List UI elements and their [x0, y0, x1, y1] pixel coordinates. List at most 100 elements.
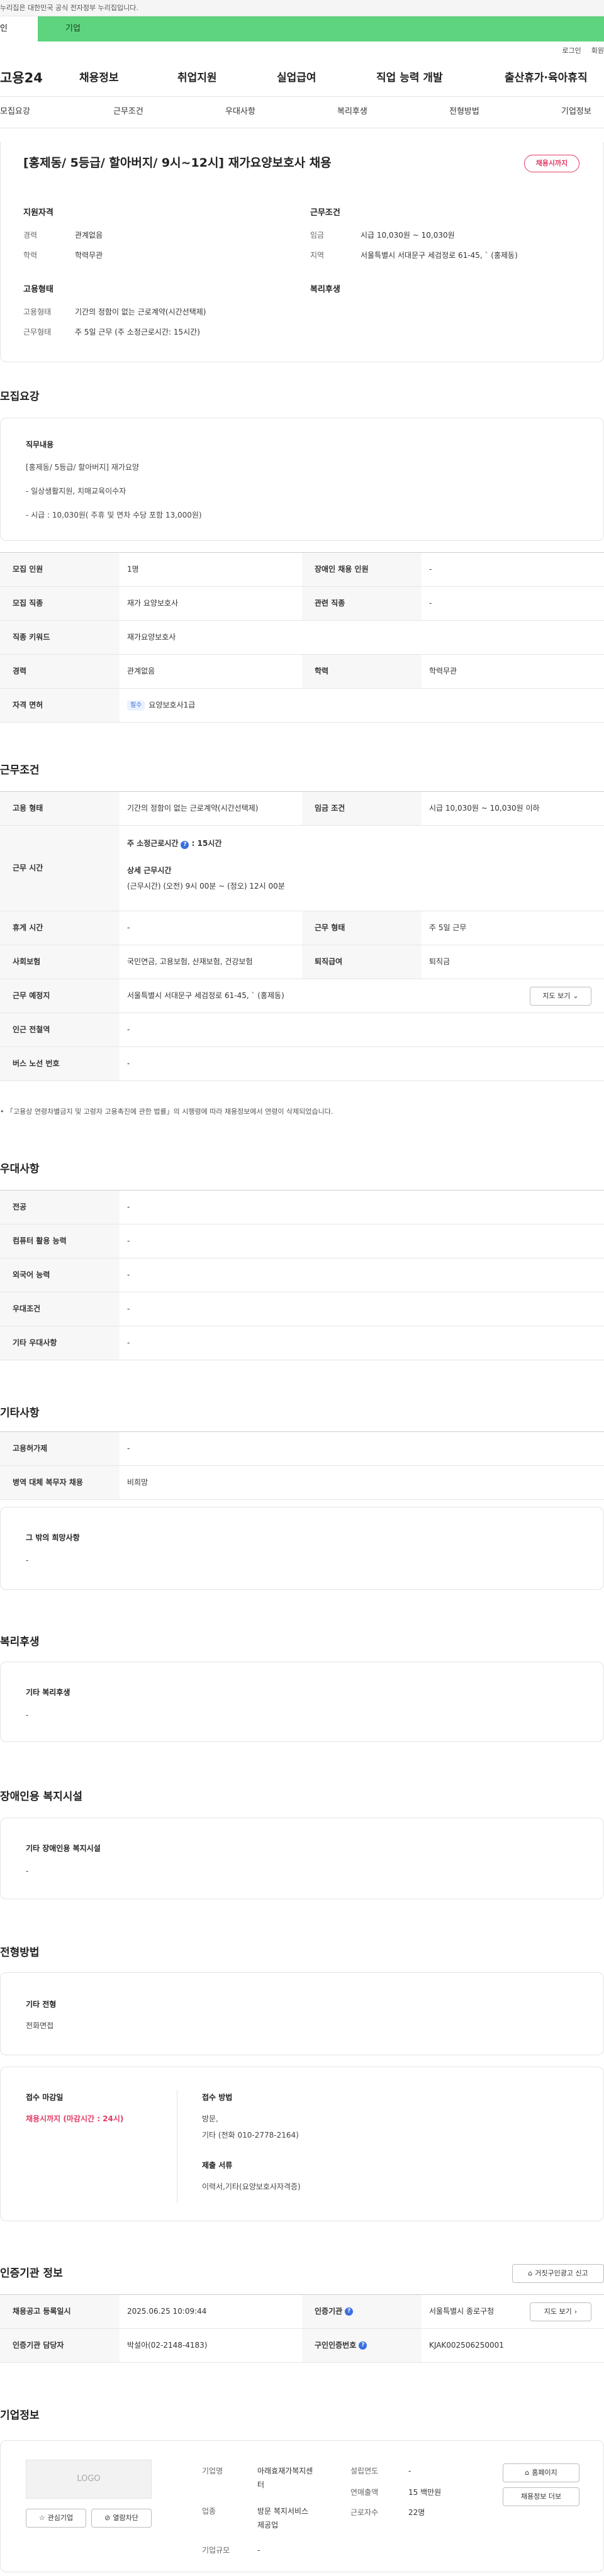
major-value: -	[127, 1202, 130, 1212]
recruit-count-value: 1명	[127, 565, 139, 574]
insurance-value: 국민연금, 고용보험, 산재보험, 건강보험	[127, 957, 253, 967]
work-type-label: 근무형태	[23, 328, 52, 336]
gnb-item-vocational-training[interactable]: 직업 능력 개발	[376, 71, 443, 86]
military-alt-value: 비희망	[127, 1478, 148, 1487]
section-nav-company[interactable]: 기업정보	[561, 106, 591, 118]
agency-section-title: 인증기관 정보	[0, 2267, 63, 2280]
section-nav-welfare[interactable]: 복리후생	[337, 106, 367, 118]
education-req-label: 학력	[302, 655, 422, 688]
table-row: 기타 우대사항 -	[0, 1326, 604, 1360]
section-nav-recruit[interactable]: 모집요강	[0, 106, 30, 118]
selection-section-title: 전형방법	[0, 1946, 40, 1959]
section-nav-preference[interactable]: 우대사항	[225, 106, 255, 118]
welfare-card-heading: 기타 복리후생	[26, 1688, 70, 1697]
weekly-hours-value: : 15시간	[191, 839, 222, 848]
join-link[interactable]: 회원	[591, 46, 604, 55]
chevron-down-icon: ⌄	[573, 992, 579, 1001]
other-preference-label: 기타 우대사항	[0, 1326, 120, 1360]
industry-value-1: 방문 복지서비스	[257, 2507, 309, 2516]
agency-contact-label: 인증기관 담당자	[0, 2329, 120, 2362]
info-icon[interactable]: ?	[181, 840, 189, 849]
preference-table: 전공 - 컴퓨터 활용 능력 - 외국어 능력 - 우대조건 - 기타 우대사항…	[0, 1190, 604, 1360]
homepage-label: 홈페이지	[532, 2468, 557, 2477]
site-logo[interactable]: 고용24	[0, 69, 76, 87]
certifier-label: 인증기관	[315, 2307, 343, 2316]
table-row: 우대조건 -	[0, 1292, 604, 1326]
location-label: 근무 예정지	[0, 979, 120, 1013]
gnb-item-employment-support[interactable]: 취업지원	[177, 71, 217, 86]
table-row: 고용 형태 기간의 정함이 없는 근로계약(시간선택제) 임금 조건 시급 10…	[0, 792, 604, 826]
job-summary-card: [홍제동/ 5등급/ 할아버지/ 9시~12시] 재가요양보호사 채용 채용시까…	[0, 142, 604, 362]
region-label: 지역	[310, 251, 325, 260]
deadline-value: 채용시까지 (마감시간 : 24시)	[26, 2114, 124, 2123]
duty-heading: 직무내용	[26, 440, 54, 449]
tab-personal[interactable]: 인	[0, 16, 38, 42]
duty-line-1: [홍제동/ 5등급/ 할아버지] 재가요양	[26, 463, 140, 472]
disability-card-value: -	[26, 1867, 29, 1875]
more-jobs-button[interactable]: 채용정보 더보	[503, 2487, 579, 2506]
global-nav: 고용24 채용정보 취업지원 실업급여 직업 능력 개발 출산휴가·육아휴직	[0, 60, 604, 97]
table-row: 모집 직종 재가 요양보호사 관련 직종 -	[0, 587, 604, 621]
tab-personal-label: 인	[0, 23, 8, 33]
company-size-label: 기업규모	[202, 2546, 230, 2555]
wish-heading: 그 밖의 희망사항	[26, 1533, 80, 1542]
tab-company[interactable]: 기업	[38, 16, 81, 42]
wage-cond-label: 임금 조건	[302, 792, 422, 825]
sales-label: 연매출액	[350, 2488, 379, 2497]
career-value: 관계없음	[75, 231, 103, 240]
star-icon: ☆	[38, 2514, 45, 2523]
computer-skill-label: 컴퓨터 활용 능력	[0, 1224, 120, 1258]
info-icon[interactable]: ?	[359, 2341, 367, 2350]
detail-hours-value: (근무시간) (오전) 9시 00분 ~ (정오) 12시 00분	[127, 881, 285, 891]
sales-value: 15 백만원	[408, 2488, 442, 2497]
application-card: 접수 마감일 채용시까지 (마감시간 : 24시) 접수 방법 방문, 기타 (…	[0, 2067, 604, 2221]
related-category-label: 관련 직종	[302, 587, 422, 620]
company-section-title: 기업정보	[0, 2409, 40, 2422]
weekly-hours-line: 주 소정근로시간? : 15시간	[127, 838, 285, 849]
report-false-ad-button[interactable]: ⌂ 거짓구인광고 신고	[512, 2264, 604, 2283]
table-row: 휴게 시간 - 근무 형태 주 5일 근무	[0, 911, 604, 945]
agency-table: 채용공고 등록일시 2025.06.25 10:09:44 인증기관? 서울특별…	[0, 2294, 604, 2363]
language-label: 외국어 능력	[0, 1258, 120, 1292]
wage-cond-value: 시급 10,030원 ~ 10,030원 이하	[429, 804, 540, 813]
table-row: 경력 관계없음 학력 학력무관	[0, 655, 604, 689]
info-icon[interactable]: ?	[345, 2307, 354, 2316]
gnb-item-parental-leave[interactable]: 출산휴가·육아휴직	[505, 71, 588, 86]
work-type-value: 주 5일 근무 (주 소정근로시간: 15시간)	[75, 328, 200, 336]
certifier-map-button[interactable]: 지도 보기 ›	[530, 2302, 591, 2321]
company-name-label: 기업명	[202, 2467, 223, 2475]
company-name-value-1: 아래효재가복지센	[257, 2467, 313, 2475]
license-label: 자격 면허	[0, 689, 120, 722]
tab-company-label: 기업	[65, 23, 81, 33]
homepage-button[interactable]: ⌂ 홈페이지	[503, 2463, 579, 2482]
docs-heading: 제출 서류	[202, 2161, 233, 2170]
founded-label: 설립연도	[350, 2467, 379, 2475]
table-row: 자격 면허 필수 요양보호사1급	[0, 689, 604, 723]
hours-detail: 주 소정근로시간? : 15시간 상세 근무시간 (근무시간) (오전) 9시 …	[127, 838, 285, 891]
bus-value: -	[127, 1059, 130, 1069]
utility-links: 로그인 회원	[0, 42, 604, 60]
conditions-section-title: 근무조건	[0, 764, 40, 777]
gnb-item-jobs[interactable]: 채용정보	[79, 71, 119, 86]
weekly-hours-label: 주 소정근로시간	[127, 839, 179, 848]
map-view-button[interactable]: 지도 보기 ⌄	[530, 987, 591, 1006]
service-tab-bar: 인 기업	[0, 16, 604, 42]
table-row: 인근 전철역 -	[0, 1013, 604, 1047]
section-nav-conditions[interactable]: 근무조건	[113, 106, 143, 118]
welfare-section-title: 복리후생	[0, 1636, 40, 1648]
hours-label: 근무 시간	[0, 826, 120, 911]
welfare-card-value: -	[26, 1711, 29, 1719]
block-view-button[interactable]: ⊘ 열람차단	[91, 2509, 152, 2528]
bus-label: 버스 노선 번호	[0, 1047, 120, 1080]
table-row: 외국어 능력 -	[0, 1258, 604, 1292]
job-title: [홍제동/ 5등급/ 할아버지/ 9시~12시] 재가요양보호사 채용	[23, 156, 332, 170]
cert-number-label: 구인인증번호	[315, 2341, 357, 2350]
section-nav-selection[interactable]: 전형방법	[449, 106, 479, 118]
major-label: 전공	[0, 1191, 120, 1224]
employees-value: 22명	[408, 2508, 425, 2517]
login-link[interactable]: 로그인	[562, 46, 581, 55]
interest-company-button[interactable]: ☆ 관심기업	[26, 2509, 86, 2528]
table-row: 근무 예정지 서울특별시 서대문구 세검정로 61-45, ` (홍제동) 지도…	[0, 979, 604, 1013]
table-row: 인증기관 담당자 박설아(02-2148-4183) 구인인증번호? KJAK0…	[0, 2329, 604, 2363]
gnb-item-unemployment-benefit[interactable]: 실업급여	[277, 71, 316, 86]
